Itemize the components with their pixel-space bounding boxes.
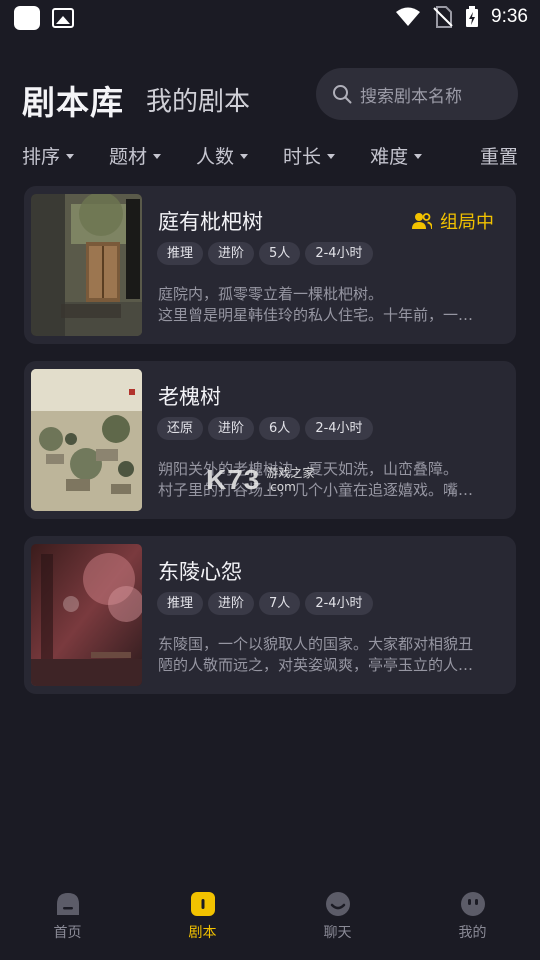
- caret-down-icon: [414, 154, 423, 159]
- tag: 5人: [259, 242, 301, 265]
- caret-down-icon: [66, 154, 75, 159]
- watermark-logo: K73: [206, 464, 261, 495]
- filter-label: 时长: [283, 145, 322, 168]
- script-description: 庭院内，孤零零立着一棵枇杷树。 这里曾是明星韩佳玲的私人住宅。十年前，一…: [158, 284, 498, 326]
- script-card[interactable]: 东陵心怨 推理 进阶 7人 2-4小时 东陵国，一个以貌取人的国家。大家都对相貌…: [24, 536, 516, 694]
- bottom-nav: 首页 剧本 聊天 我的: [0, 890, 540, 960]
- status-text: 组局中: [440, 212, 494, 233]
- script-title: 庭有枇杷树: [158, 210, 263, 234]
- tag: 进阶: [208, 592, 255, 615]
- caret-down-icon: [327, 154, 336, 159]
- watermark: K73 游戏之家 .com: [206, 464, 314, 496]
- nav-home[interactable]: 首页: [0, 890, 135, 960]
- nav-scripts[interactable]: 剧本: [135, 890, 270, 960]
- cover-image: [31, 369, 142, 511]
- description-line: 东陵国，一个以貌取人的国家。大家都对相貌丑: [158, 635, 474, 653]
- tag: 还原: [157, 417, 204, 440]
- cover-image: [31, 194, 142, 336]
- status-badge: 组局中: [412, 208, 494, 234]
- app-notification-icon: [14, 6, 40, 30]
- script-card[interactable]: 庭有枇杷树 组局中 推理 进阶 5人 2-4小时 庭院内，孤零零立着一棵枇杷树。…: [24, 186, 516, 344]
- nav-label: 首页: [53, 925, 82, 941]
- tab-script-library[interactable]: 剧本库: [22, 76, 124, 124]
- wifi-icon: [396, 7, 421, 26]
- cover-image: [31, 544, 142, 686]
- tag: 推理: [157, 592, 204, 615]
- watermark-text: 游戏之家 .com: [266, 466, 314, 494]
- tag-list: 还原 进阶 6人 2-4小时: [157, 417, 373, 440]
- filter-label: 题材: [109, 145, 148, 168]
- tag: 7人: [259, 592, 301, 615]
- tag-list: 推理 进阶 7人 2-4小时: [157, 592, 373, 615]
- script-icon: [190, 892, 215, 916]
- tag: 2-4小时: [305, 417, 373, 440]
- watermark-line: .com: [266, 480, 296, 494]
- chat-icon: [325, 892, 350, 916]
- nav-label: 剧本: [188, 925, 217, 941]
- tag: 6人: [259, 417, 301, 440]
- search-input[interactable]: 搜索剧本名称: [316, 68, 518, 120]
- gallery-notification-icon: [52, 8, 74, 28]
- no-sim-icon: [433, 6, 453, 28]
- reset-button[interactable]: 重置: [480, 142, 518, 169]
- profile-icon: [460, 892, 485, 916]
- script-title: 东陵心怨: [158, 560, 242, 584]
- filter-label: 排序: [22, 145, 61, 168]
- tag-list: 推理 进阶 5人 2-4小时: [157, 242, 373, 265]
- filter-duration[interactable]: 时长: [283, 142, 336, 169]
- battery-charging-icon: [466, 6, 479, 27]
- tag: 2-4小时: [305, 592, 373, 615]
- description-line: 这里曾是明星韩佳玲的私人住宅。十年前，一…: [158, 306, 474, 324]
- nav-label: 聊天: [323, 925, 352, 941]
- description-line: 庭院内，孤零零立着一棵枇杷树。: [158, 285, 384, 303]
- caret-down-icon: [240, 154, 249, 159]
- tab-my-scripts[interactable]: 我的剧本: [146, 81, 250, 118]
- home-icon: [56, 893, 79, 915]
- status-bar: 9:36: [0, 0, 540, 38]
- tag: 进阶: [208, 242, 255, 265]
- filter-label: 人数: [196, 145, 235, 168]
- search-icon: [333, 85, 352, 104]
- filter-bar: 排序 题材 人数 时长 难度 重置: [22, 140, 518, 170]
- filter-players[interactable]: 人数: [196, 142, 249, 169]
- header: 剧本库 我的剧本 搜索剧本名称: [22, 68, 518, 122]
- nav-label: 我的: [458, 925, 487, 941]
- script-title: 老槐树: [158, 385, 221, 409]
- watermark-line: 游戏之家: [266, 466, 315, 480]
- search-placeholder: 搜索剧本名称: [360, 86, 462, 107]
- filter-label: 难度: [370, 145, 409, 168]
- tag: 2-4小时: [305, 242, 373, 265]
- clock: 9:36: [491, 6, 528, 27]
- tag: 进阶: [208, 417, 255, 440]
- nav-chat[interactable]: 聊天: [270, 890, 405, 960]
- caret-down-icon: [153, 154, 162, 159]
- script-list: 庭有枇杷树 组局中 推理 进阶 5人 2-4小时 庭院内，孤零零立着一棵枇杷树。…: [24, 186, 516, 711]
- filter-theme[interactable]: 题材: [109, 142, 162, 169]
- nav-profile[interactable]: 我的: [405, 890, 540, 960]
- tag: 推理: [157, 242, 204, 265]
- group-icon: [412, 213, 432, 230]
- filter-sort[interactable]: 排序: [22, 142, 75, 169]
- script-description: 东陵国，一个以貌取人的国家。大家都对相貌丑 陋的人敬而远之，对英姿飒爽，亭亭玉立…: [158, 634, 498, 676]
- description-line: 陋的人敬而远之，对英姿飒爽，亭亭玉立的人…: [158, 656, 474, 674]
- filter-difficulty[interactable]: 难度: [370, 142, 423, 169]
